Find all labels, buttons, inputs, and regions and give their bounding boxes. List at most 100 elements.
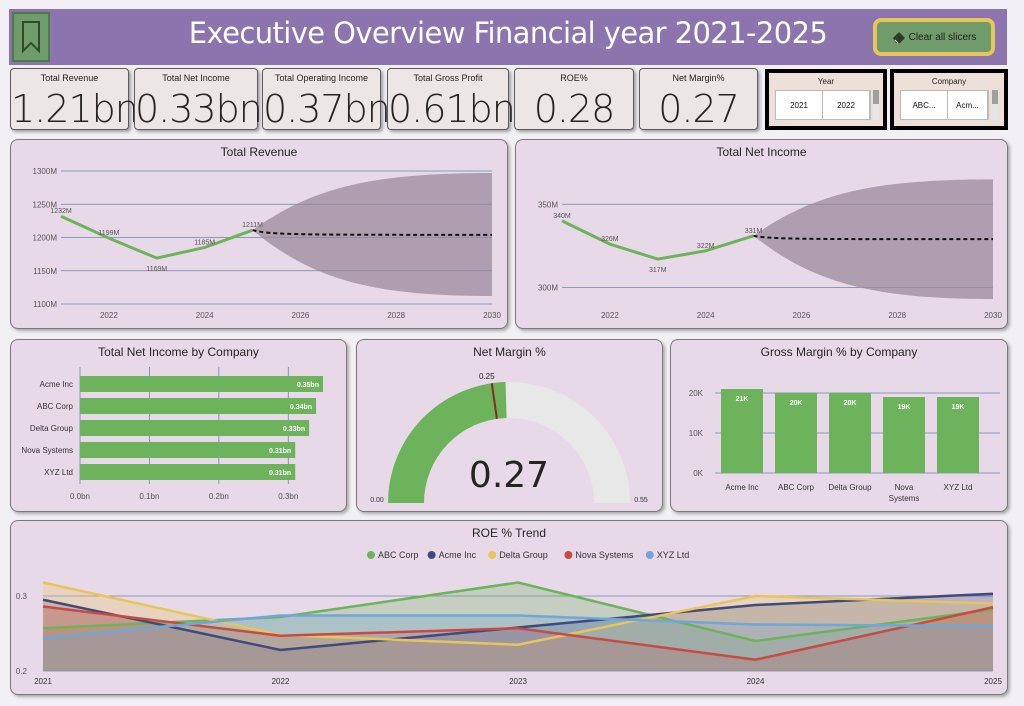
total-revenue-plot: 1100M1150M1200M1250M1300M2022 2024 2026 202… (33, 167, 502, 320)
legend-marker (645, 551, 654, 559)
x-tick-label: 2024 (697, 311, 715, 320)
bar (80, 442, 296, 458)
year-slicer-scrollbar[interactable] (873, 90, 879, 120)
total-revenue-chart[interactable]: Total Revenue 1100M 1150M 1200M 1250M 1300M 2… (10, 139, 508, 329)
x-tick-label: 2026 (292, 311, 310, 320)
kpi-card-net-margin: Net Margin% 0.27 (639, 68, 758, 131)
header-bar: Executive Overview Financial year 2021-2… (9, 9, 1007, 65)
kpi-value: 0.37bn (263, 87, 391, 131)
category-label: Nova Systems (21, 446, 73, 455)
y-tick-label: 1300M (33, 167, 58, 176)
legend-label: Delta Group (499, 550, 548, 560)
data-label: 1199M (98, 230, 119, 237)
kpi-card-total-operating-income: Total Operating Income 0.37bn (262, 68, 391, 131)
year-slicer-options: 2021 2022 (775, 90, 871, 120)
company-slicer-options: ABC... Acm... (900, 90, 989, 120)
kpi-card-total-gross-profit: Total Gross Profit 0.61bn (387, 68, 516, 131)
legend-marker (488, 551, 497, 559)
kpi-value: 0.27 (658, 87, 740, 131)
kpi-value: 0.61bn (388, 87, 516, 131)
eraser-icon (892, 32, 905, 44)
legend-marker (564, 551, 573, 559)
company-slicer-scrollbar[interactable] (992, 90, 998, 120)
x-tick-label: 2026 (793, 311, 811, 320)
gauge-max-label: 0.55 (634, 497, 648, 504)
bar-data-label: 0.33bn (283, 426, 305, 433)
x-tick-label: 2030 (483, 311, 501, 320)
x-tick-label: 2022 (272, 677, 290, 686)
category-label: Acme Inc (40, 380, 73, 389)
bar-data-label: 19K (898, 404, 911, 411)
gauge-target-label: 0.25 (479, 372, 495, 381)
bar-data-label: 20K (844, 400, 857, 407)
x-tick-label: 2024 (196, 311, 214, 320)
net-income-by-company-chart[interactable]: Total Net Income by Company 0.0bn 0.1bn 0.… (10, 339, 347, 512)
bar-data-label: 0.35bn (297, 382, 319, 389)
kpi-value: 0.33bn (135, 87, 263, 131)
gross-margin-by-company-chart[interactable]: Gross Margin % by Company 0K 10K 20K 21K Acm… (670, 339, 1008, 512)
roe-trend-plot: 0.2 0.3 2021 2022 2023 2024 2025 ABC Corp Acme I… (16, 550, 1003, 686)
bar (80, 420, 310, 436)
page-title: Executive Overview Financial year 2021-2… (188, 16, 828, 50)
year-option[interactable]: 2022 (823, 91, 870, 119)
data-label: 331M (745, 228, 763, 235)
bar-data-label: 0.34bn (290, 404, 312, 411)
bar-data-label: 19K (952, 404, 965, 411)
x-tick-label: 2028 (387, 311, 405, 320)
clear-slicers-label: Clear all slicers (908, 31, 977, 43)
company-slicer: Company ABC... Acm... (890, 69, 1008, 130)
kpi-label: Total Operating Income (274, 73, 369, 83)
gross-margin-by-company-plot: 0K 10K 20K 21K Acme Inc 20K ABC Corp 20K Delta G… (689, 389, 1000, 503)
roe-trend-chart[interactable]: ROE % Trend 0.2 0.3 2021 2022 2023 2024 2025 AB… (10, 520, 1008, 695)
kpi-label: Net Margin% (672, 73, 725, 83)
category-label: Delta Group (828, 483, 872, 492)
x-tick-label: 2023 (509, 677, 527, 686)
year-slicer-title: Year (817, 77, 835, 86)
kpi-card-roe: ROE% 0.28 (514, 68, 634, 131)
x-tick-label: 2022 (601, 311, 619, 320)
category-label: ABC Corp (37, 402, 74, 411)
kpi-label: Total Net Income (162, 73, 230, 83)
data-label: 1211M (242, 222, 263, 229)
category-label: ABC Corp (778, 483, 815, 492)
bar-data-label: 0.31bn (269, 448, 291, 455)
net-margin-gauge-chart[interactable]: Net Margin % 0.25 0.27 0.00 0.55 (356, 339, 663, 512)
category-label: Delta Group (30, 424, 74, 433)
x-tick-label: 0.1bn (139, 492, 159, 501)
bar (80, 376, 323, 392)
bar (80, 464, 296, 480)
kpi-label: Total Revenue (40, 73, 99, 83)
kpi-value: 1.21bn (11, 87, 139, 131)
y-tick-label: 20K (689, 389, 704, 398)
category-label: XYZ Ltd (944, 483, 973, 492)
category-label: Systems (889, 494, 920, 503)
company-option[interactable]: ABC... (901, 91, 948, 119)
company-option[interactable]: Acm... (948, 91, 988, 119)
total-net-income-chart[interactable]: Total Net Income 300M 350M 2022 2024 2026 202… (515, 139, 1008, 329)
kpi-label: ROE% (560, 73, 588, 83)
legend-label: Acme Inc (439, 550, 477, 560)
y-tick-label: 1150M (33, 267, 57, 276)
series-line (561, 219, 755, 261)
x-tick-label: 2028 (888, 311, 906, 320)
clear-slicers-button[interactable]: Clear all slicers (873, 18, 995, 56)
category-label: Nova (895, 483, 914, 492)
x-tick-label: 2021 (34, 677, 52, 686)
bar-data-label: 0.31bn (269, 470, 291, 477)
year-option[interactable]: 2021 (776, 91, 823, 119)
y-tick-label: 0K (693, 469, 703, 478)
data-label: 340M (553, 213, 571, 220)
y-tick-label: 0.3 (16, 592, 28, 601)
legend-label: XYZ Ltd (657, 550, 690, 560)
kpi-card-total-net-income: Total Net Income 0.33bn (134, 68, 263, 131)
y-tick-label: 0.2 (16, 667, 28, 676)
x-tick-label: 0.0bn (70, 492, 90, 501)
legend-label: Nova Systems (575, 550, 634, 560)
data-label: 326M (601, 236, 619, 243)
data-label: 322M (697, 243, 715, 250)
kpi-value: 0.28 (533, 87, 616, 131)
net-income-by-company-plot: 0.0bn 0.1bn 0.2bn 0.3bn Acme Inc 0.35bn ABC Co… (21, 367, 323, 501)
y-tick-label: 1200M (33, 234, 58, 243)
kpi-label: Total Gross Profit (413, 73, 483, 83)
legend-marker (427, 551, 436, 559)
